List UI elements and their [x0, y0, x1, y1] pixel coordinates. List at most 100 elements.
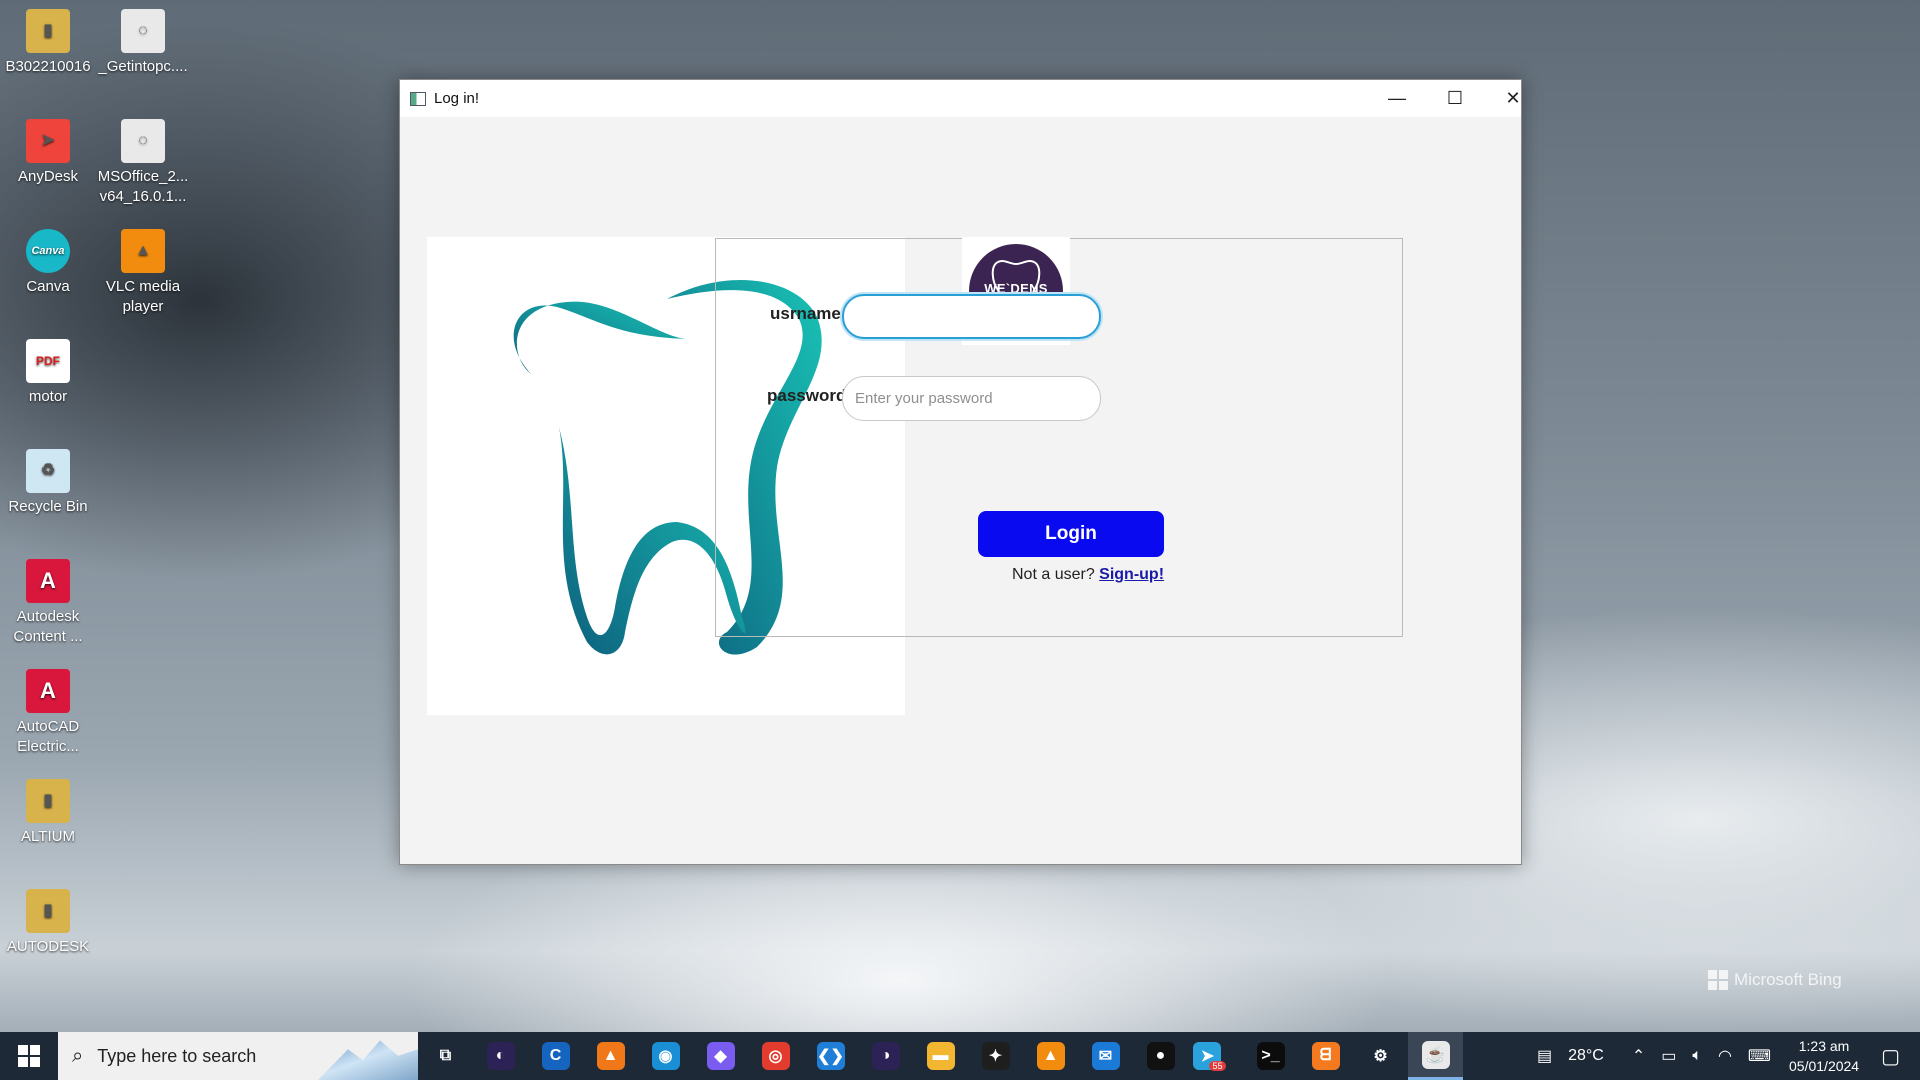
speaker-icon[interactable]: 🔈︎: [1692, 1047, 1702, 1065]
desktop-shortcut[interactable]: Canva Canva: [0, 229, 96, 297]
vlc-icon: ▲: [121, 229, 165, 273]
autocad-electrical-icon: A: [26, 669, 70, 713]
window-title: Log in!: [434, 90, 480, 107]
desktop-shortcut-label: B302210016: [5, 58, 91, 75]
battery-icon[interactable]: ▭: [1661, 1046, 1676, 1066]
taskbar-app-button[interactable]: ᗺ: [1298, 1032, 1353, 1080]
taskbar-app-button[interactable]: ❮❯: [803, 1032, 858, 1080]
altium-folder-icon: ▮: [26, 779, 70, 823]
taskbar-app-button[interactable]: ◐: [473, 1032, 528, 1080]
windows-logo-icon: [1708, 970, 1728, 990]
taskbar-app-button[interactable]: ✦: [968, 1032, 1023, 1080]
notification-icon[interactable]: ▢: [1881, 1044, 1900, 1069]
desktop-shortcut[interactable]: ▮ B302210016: [0, 9, 96, 77]
signup-link[interactable]: Sign-up!: [1099, 566, 1164, 583]
taskbar-app-button[interactable]: ▲: [1023, 1032, 1078, 1080]
desktop-shortcut-label: Recycle Bin: [8, 498, 88, 515]
getintopc-file-icon: ◌: [121, 9, 165, 53]
msoffice-file-icon: ◌: [121, 119, 165, 163]
desktop-shortcut-label: _Getintopc....: [98, 58, 188, 75]
folder-b302210016-icon: ▮: [26, 9, 70, 53]
keyboard-icon[interactable]: ⌨: [1748, 1046, 1771, 1066]
desktop-shortcut-label: Canva: [26, 278, 70, 295]
taskbar-app-button[interactable]: ◑: [858, 1032, 913, 1080]
taskbar-app-button[interactable]: ✉: [1078, 1032, 1133, 1080]
desktop-shortcut[interactable]: ◌ MSOffice_2... v64_16.0.1...: [95, 119, 191, 207]
weather-label[interactable]: 28°C: [1568, 1047, 1604, 1065]
news-widget-icon[interactable]: ▤: [1537, 1046, 1552, 1066]
taskbar-app-button[interactable]: ⧉: [418, 1032, 473, 1080]
bing-label: Microsoft Bing: [1734, 970, 1842, 989]
minimize-button[interactable]: —: [1368, 80, 1426, 117]
taskbar-app-button[interactable]: ▲: [583, 1032, 638, 1080]
eclipse2-icon: ◑: [871, 1042, 900, 1070]
wifi-icon[interactable]: ◠: [1718, 1046, 1732, 1066]
pdf-file-icon: PDF: [26, 339, 70, 383]
taskbar-app-button[interactable]: C: [528, 1032, 583, 1080]
desktop-shortcut-label: AUTODESK: [6, 938, 90, 955]
desktop-shortcut[interactable]: ▮ AUTODESK: [0, 889, 96, 957]
desktop-shortcut-label: ALTIUM: [21, 828, 75, 845]
desktop-shortcut-label: VLC media player: [105, 278, 181, 315]
taskbar-app-button[interactable]: ●: [1133, 1032, 1188, 1080]
taskbar-app-button[interactable]: ◎: [748, 1032, 803, 1080]
login-button[interactable]: Login: [978, 511, 1164, 557]
desktop-shortcut[interactable]: A AutoCAD Electric...: [0, 669, 96, 757]
github-icon: ●: [1146, 1042, 1175, 1070]
taskbar-app-button[interactable]: ☕: [1408, 1032, 1463, 1080]
taskbar-app-button[interactable]: ◆: [693, 1032, 748, 1080]
autodesk-folder-icon: ▮: [26, 889, 70, 933]
desktop-shortcut[interactable]: PDF motor: [0, 339, 96, 407]
taskbar-app-list: ⧉ ◐ C ▲ ◉ ◆ ◎ ❮❯ ◑ ▬ ✦ ▲ ✉ ● ➤ 55 >_ ᗺ ⚙ ☕: [418, 1032, 1463, 1080]
edge-icon: ◉: [651, 1042, 680, 1070]
desktop-shortcut-label: AutoCAD Electric...: [16, 718, 80, 755]
taskbar-app-button[interactable]: ▬: [913, 1032, 968, 1080]
system-tray: ▤ 28°C ⌃ ▭ 🔈︎ ◠ ⌨ 1:23 am 05/01/2024 ▢: [1529, 1032, 1920, 1080]
clock[interactable]: 1:23 am 05/01/2024: [1789, 1036, 1859, 1076]
clock-time: 1:23 am: [1798, 1038, 1850, 1054]
username-label: usrname:: [770, 304, 847, 323]
chrome-icon: ◎: [761, 1042, 790, 1070]
taskbar-search-box[interactable]: ⌕ Type here to search: [58, 1032, 418, 1080]
password-field[interactable]: [842, 376, 1101, 421]
shapes-app-icon: ▲: [596, 1042, 625, 1070]
taskbar: ⌕ Type here to search ⧉ ◐ C ▲ ◉ ◆ ◎ ❮❯ ◑ ▬ ✦ ▲ ✉ ● ➤ 55…: [0, 1032, 1920, 1080]
xampp-icon: ᗺ: [1311, 1042, 1340, 1070]
close-button[interactable]: ✕: [1484, 80, 1542, 117]
terminal-icon: >_: [1256, 1042, 1285, 1070]
java-app-icon: ☕: [1421, 1040, 1450, 1069]
file-explorer-icon: ▬: [926, 1042, 955, 1070]
desktop-shortcut[interactable]: ▮ ALTIUM: [0, 779, 96, 847]
clock-date: 05/01/2024: [1789, 1058, 1860, 1074]
taskbar-app-button[interactable]: ⚙: [1353, 1032, 1408, 1080]
login-window: Log in! — ☐ ✕ WE`DENS usrname: password:…: [399, 79, 1522, 865]
taskbar-app-button[interactable]: ◉: [638, 1032, 693, 1080]
desktop-shortcut[interactable]: A Autodesk Content ...: [0, 559, 96, 647]
signup-prompt: Not a user?: [1012, 566, 1100, 583]
java-window-icon: [410, 91, 426, 106]
vscode-icon: ❮❯: [816, 1042, 845, 1070]
telegram-unread-badge: 55: [1209, 1061, 1226, 1071]
taskbar-app-button[interactable]: >_: [1243, 1032, 1298, 1080]
mail-icon: ✉: [1091, 1042, 1120, 1070]
desktop-shortcut-label: motor: [28, 388, 68, 405]
maximize-button[interactable]: ☐: [1426, 80, 1484, 117]
settings-icon: ⚙: [1373, 1048, 1388, 1065]
desktop-shortcut[interactable]: ➤ AnyDesk: [0, 119, 96, 187]
username-field[interactable]: [842, 294, 1101, 339]
desktop-shortcut[interactable]: ◌ _Getintopc....: [95, 9, 191, 77]
chevron-up-icon[interactable]: ⌃: [1632, 1046, 1645, 1066]
minimize-icon: —: [1388, 88, 1406, 108]
figma-icon: ✦: [981, 1042, 1010, 1070]
taskbar-app-button[interactable]: ➤ 55: [1188, 1032, 1243, 1080]
desktop-shortcut-label: AnyDesk: [17, 168, 79, 185]
search-highlight-art: [318, 1040, 418, 1080]
window-titlebar[interactable]: Log in! — ☐ ✕: [400, 80, 1521, 117]
task-view-icon: ⧉: [439, 1047, 452, 1064]
maximize-icon: ☐: [1446, 88, 1464, 108]
close-icon: ✕: [1505, 88, 1521, 108]
start-button[interactable]: [0, 1032, 58, 1080]
desktop-shortcut[interactable]: ♻ Recycle Bin: [0, 449, 96, 517]
canva-icon: Canva: [26, 229, 70, 273]
desktop-shortcut[interactable]: ▲ VLC media player: [95, 229, 191, 317]
